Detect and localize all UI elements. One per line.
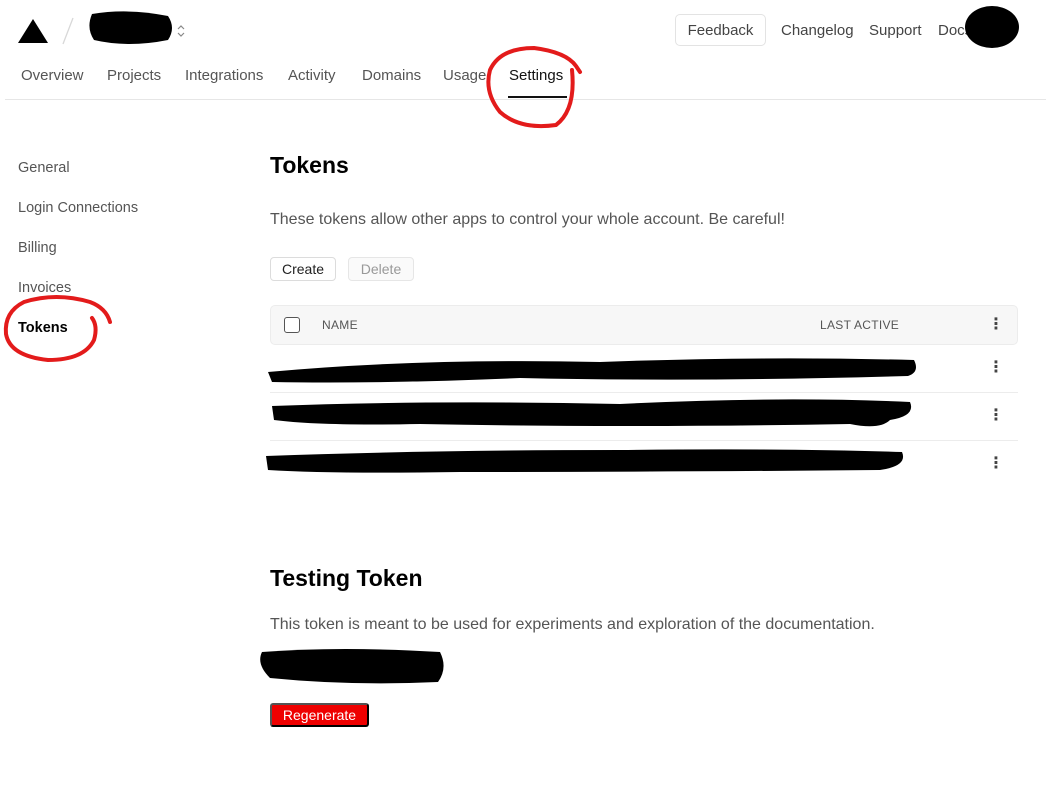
- select-all-checkbox[interactable]: [284, 317, 300, 333]
- sidebar-item-billing[interactable]: Billing: [18, 240, 57, 256]
- create-token-button[interactable]: Create: [270, 257, 336, 281]
- delete-token-button[interactable]: Delete: [348, 257, 414, 281]
- tokens-title: Tokens: [270, 152, 349, 178]
- team-switcher[interactable]: [88, 8, 188, 48]
- header-more-icon[interactable]: ⋮: [988, 317, 1004, 333]
- tab-integrations[interactable]: Integrations: [185, 67, 263, 84]
- feedback-button[interactable]: Feedback: [675, 14, 766, 46]
- annotation-overlay: [3, 45, 582, 363]
- chevron-updown-icon: [177, 25, 185, 37]
- tab-domains[interactable]: Domains: [362, 67, 421, 84]
- breadcrumb-separator-icon: [62, 17, 74, 45]
- row-more-icon[interactable]: ⋮: [988, 408, 1004, 424]
- row-1-redaction: [268, 358, 916, 383]
- sidebar-item-tokens[interactable]: Tokens: [18, 320, 68, 336]
- row-divider: [270, 440, 1018, 441]
- tab-settings[interactable]: Settings: [509, 67, 563, 84]
- active-tab-indicator: [508, 96, 567, 98]
- row-2-redaction: [272, 399, 912, 427]
- sidebar-item-general[interactable]: General: [18, 160, 70, 176]
- column-name: NAME: [322, 318, 358, 332]
- sidebar-item-invoices[interactable]: Invoices: [18, 280, 71, 296]
- redaction-overlay: [260, 358, 916, 684]
- support-link[interactable]: Support: [869, 22, 922, 39]
- row-more-icon[interactable]: ⋮: [988, 456, 1004, 472]
- changelog-link[interactable]: Changelog: [781, 22, 854, 39]
- testing-token-description: This token is meant to be used for exper…: [270, 616, 875, 633]
- testing-token-title: Testing Token: [270, 565, 423, 591]
- row-more-icon[interactable]: ⋮: [988, 360, 1004, 376]
- tokens-table-header: NAME LAST ACTIVE ⋮: [270, 305, 1018, 345]
- avatar[interactable]: [962, 4, 1022, 50]
- column-last-active: LAST ACTIVE: [820, 318, 900, 332]
- tokens-description: These tokens allow other apps to control…: [270, 211, 785, 228]
- vercel-logo-icon[interactable]: [18, 19, 48, 43]
- row-3-redaction: [266, 449, 904, 473]
- regenerate-button[interactable]: Regenerate: [270, 703, 369, 727]
- testing-token-redaction: [260, 649, 444, 684]
- tab-usage[interactable]: Usage: [443, 67, 486, 84]
- settings-annotation-circle: [486, 45, 582, 129]
- tab-activity[interactable]: Activity: [288, 67, 336, 84]
- tab-projects[interactable]: Projects: [107, 67, 161, 84]
- row-divider: [270, 392, 1018, 393]
- sidebar-item-login-connections[interactable]: Login Connections: [18, 200, 138, 216]
- team-name-redaction: [89, 11, 172, 44]
- header-divider: [5, 99, 1046, 100]
- tab-overview[interactable]: Overview: [21, 67, 84, 84]
